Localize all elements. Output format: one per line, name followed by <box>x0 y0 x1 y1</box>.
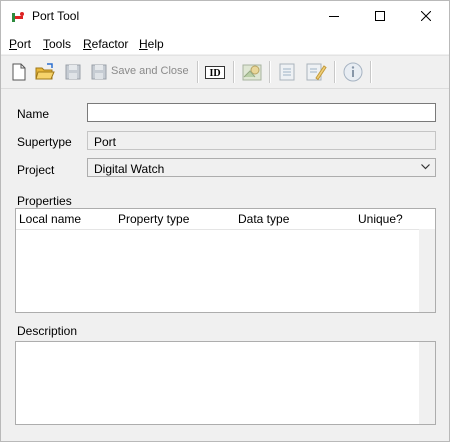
chevron-down-icon <box>421 164 430 170</box>
toolbar-separator <box>269 61 271 83</box>
close-button[interactable] <box>403 1 449 32</box>
close-icon <box>421 11 431 21</box>
port-tool-app-icon <box>10 9 26 25</box>
properties-table-header: Local name Property type Data type Uniqu… <box>16 209 435 230</box>
column-data-type[interactable]: Data type <box>238 212 289 226</box>
menu-help[interactable]: Help <box>139 37 164 51</box>
edit-icon <box>306 63 327 81</box>
minimize-button[interactable] <box>311 1 357 32</box>
maximize-icon <box>375 11 385 21</box>
id-button[interactable]: ID <box>204 61 226 83</box>
open-button[interactable] <box>34 61 56 83</box>
project-select[interactable]: Digital Watch <box>87 158 436 177</box>
open-folder-icon <box>35 63 55 80</box>
list-button[interactable] <box>277 61 297 83</box>
save-close-icon <box>91 64 107 80</box>
properties-scrollbar[interactable] <box>419 229 435 312</box>
svg-text:ID: ID <box>209 68 220 79</box>
menu-tools[interactable]: Tools <box>43 37 71 51</box>
save-button[interactable] <box>63 61 83 83</box>
description-label: Description <box>17 324 78 338</box>
save-close-button[interactable]: Save and Close <box>91 61 191 83</box>
map-button[interactable] <box>241 61 263 83</box>
maximize-button[interactable] <box>357 1 403 32</box>
minimize-icon <box>329 16 339 17</box>
info-icon <box>343 62 363 82</box>
name-label: Name <box>17 107 50 121</box>
save-close-label: Save and Close <box>111 65 189 77</box>
supertype-field: Port <box>87 131 436 150</box>
column-property-type[interactable]: Property type <box>118 212 189 226</box>
id-icon: ID <box>205 66 225 79</box>
list-icon <box>279 63 295 81</box>
toolbar-separator <box>197 61 199 83</box>
edit-button[interactable] <box>305 61 327 83</box>
column-local-name[interactable]: Local name <box>19 212 81 226</box>
project-label: Project <box>17 163 55 177</box>
toolbar-separator <box>233 61 235 83</box>
map-icon <box>242 64 262 81</box>
column-unique[interactable]: Unique? <box>358 212 403 226</box>
menu-refactor[interactable]: Refactor <box>83 37 128 51</box>
description-textarea[interactable] <box>15 341 436 425</box>
menu-bar: Port Tools Refactor Help <box>1 32 449 54</box>
new-button[interactable] <box>9 61 29 83</box>
properties-label: Properties <box>17 194 72 208</box>
toolbar: Save and Close ID <box>1 55 449 89</box>
toolbar-separator <box>370 61 372 83</box>
save-icon <box>65 64 81 80</box>
menu-port[interactable]: Port <box>9 37 31 51</box>
toolbar-separator <box>334 61 336 83</box>
description-scrollbar[interactable] <box>419 342 435 424</box>
supertype-label: Supertype <box>17 135 72 149</box>
port-tool-window: Port Tool Port Tools Refactor Help Save … <box>0 0 450 442</box>
title-bar: Port Tool <box>1 1 449 32</box>
window-title: Port Tool <box>32 9 80 23</box>
new-document-icon <box>12 63 26 81</box>
properties-table[interactable]: Local name Property type Data type Uniqu… <box>15 208 436 313</box>
name-input[interactable] <box>87 103 436 122</box>
info-button[interactable] <box>342 61 364 83</box>
project-value: Digital Watch <box>94 162 165 176</box>
